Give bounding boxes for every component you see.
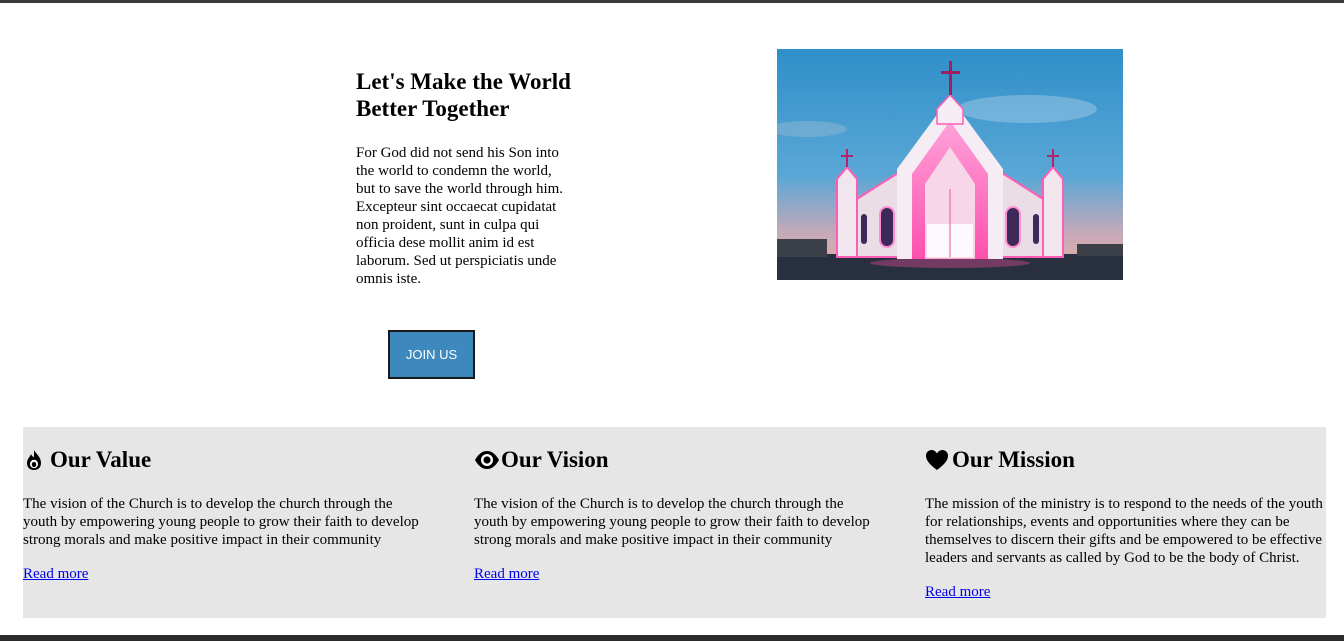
feature-vision-header: Our Vision	[474, 447, 874, 473]
hero-text: Let's Make the World Better Together For…	[356, 68, 571, 288]
feature-vision-title: Our Vision	[501, 447, 609, 472]
feature-vision-read-more-link[interactable]: Read more	[474, 565, 539, 583]
feature-mission-body: The mission of the ministry is to respon…	[925, 496, 1323, 566]
feature-vision-body: The vision of the Church is to develop t…	[474, 496, 870, 548]
features-section: Our Value The vision of the Church is to…	[23, 427, 1326, 618]
feature-value: Our Value The vision of the Church is to…	[23, 447, 423, 583]
feature-value-read-more-link[interactable]: Read more	[23, 565, 88, 583]
feature-mission: Our Mission The mission of the ministry …	[925, 447, 1325, 601]
top-border	[0, 0, 1344, 3]
feature-value-header: Our Value	[23, 447, 423, 473]
eye-icon	[474, 449, 499, 471]
feature-mission-title: Our Mission	[952, 447, 1075, 472]
church-image	[777, 49, 1123, 280]
feature-value-title: Our Value	[50, 447, 152, 472]
feature-mission-read-more-link[interactable]: Read more	[925, 583, 990, 601]
hero-title: Let's Make the World Better Together	[356, 69, 571, 121]
bottom-border	[0, 635, 1344, 641]
hero-body: For God did not send his Son into the wo…	[356, 145, 564, 287]
join-us-button[interactable]: JOIN US	[388, 330, 475, 379]
feature-vision: Our Vision The vision of the Church is t…	[474, 447, 874, 583]
feature-value-body: The vision of the Church is to develop t…	[23, 496, 419, 548]
fire-icon	[23, 449, 45, 471]
feature-mission-header: Our Mission	[925, 447, 1325, 473]
heart-icon	[925, 449, 948, 471]
